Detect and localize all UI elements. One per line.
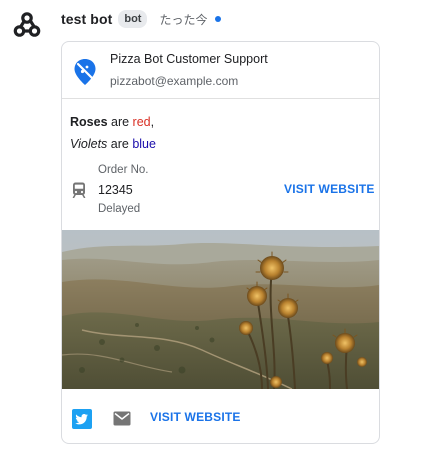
text-bold: Roses: [70, 115, 108, 129]
mail-icon[interactable]: [113, 411, 131, 426]
map-pin-icon: [73, 58, 97, 86]
order-number-value: 12345: [98, 183, 133, 197]
text-italic: Violets: [70, 137, 108, 151]
text-paragraph-line-1: Roses are red,: [70, 115, 154, 129]
text-plain: are: [107, 115, 133, 129]
card-image-thistle-photo[interactable]: [62, 230, 379, 389]
message-header: test bot bot たった今: [61, 9, 222, 29]
text-red: red: [132, 115, 151, 129]
message-timestamp: たった今: [159, 12, 208, 27]
webhook-avatar-icon[interactable]: [12, 10, 42, 40]
text-plain: ,: [150, 115, 155, 129]
order-number-label: Order No.: [98, 164, 149, 176]
chat-message: test bot bot たった今 Pizza Bot Customer Sup…: [0, 0, 425, 455]
text-plain: are: [107, 137, 133, 151]
visit-website-button[interactable]: VISIT WEBSITE: [284, 182, 375, 196]
footer-visit-website-button[interactable]: VISIT WEBSITE: [150, 410, 241, 424]
bot-badge: bot: [118, 10, 148, 28]
text-blue: blue: [132, 137, 156, 151]
sender-name[interactable]: test bot: [61, 11, 112, 27]
unread-dot-icon: [215, 16, 222, 22]
train-icon: [72, 182, 86, 198]
card-header: Pizza Bot Customer Support pizzabot@exam…: [62, 42, 379, 99]
card-footer: VISIT WEBSITE: [62, 389, 379, 443]
text-paragraph-line-2: Violets are blue: [70, 137, 156, 151]
message-card: Pizza Bot Customer Support pizzabot@exam…: [61, 41, 380, 444]
order-status: Delayed: [98, 203, 141, 215]
card-title: Pizza Bot Customer Support: [110, 52, 268, 66]
twitter-icon[interactable]: [72, 409, 92, 429]
card-subtitle: pizzabot@example.com: [110, 74, 239, 88]
